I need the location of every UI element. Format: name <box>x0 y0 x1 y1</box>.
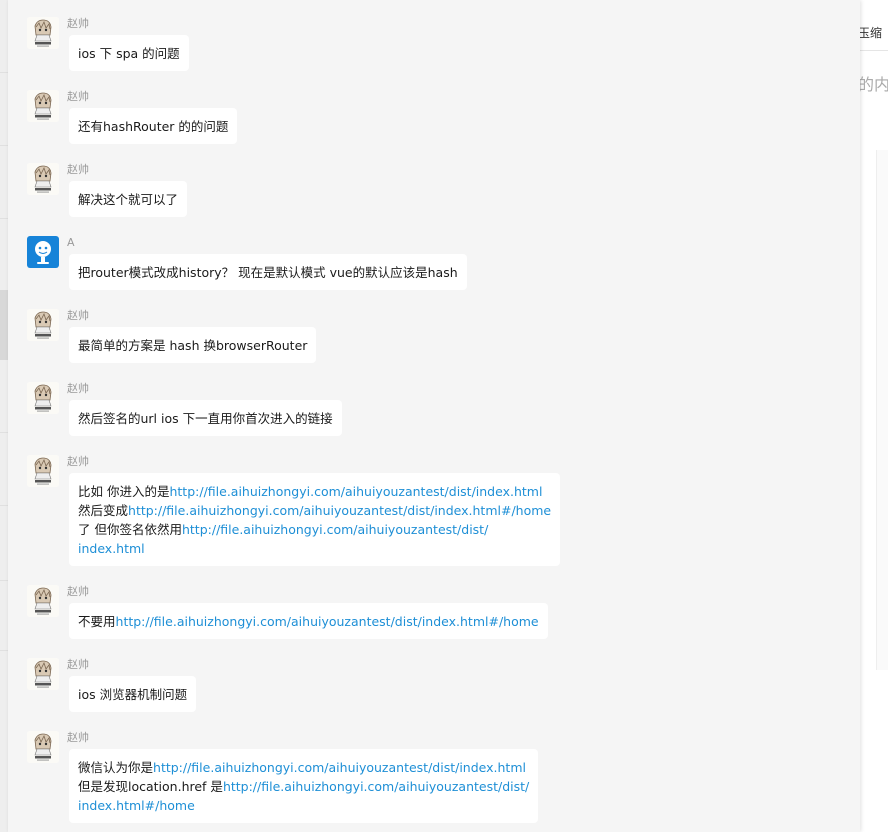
message-bubble[interactable]: 比如 你进入的是http://file.aihuizhongyi.com/aih… <box>69 473 561 566</box>
sender-name: 赵帅 <box>67 658 89 671</box>
background-divider <box>0 72 8 73</box>
blue-robot-avatar-icon[interactable] <box>27 236 59 268</box>
message-link[interactable]: index.html <box>78 541 145 556</box>
sender-name: 赵帅 <box>67 90 89 103</box>
message-text: 解决这个就可以了 <box>78 192 179 207</box>
anime-avatar-icon[interactable] <box>27 658 59 690</box>
message-line: 比如 你进入的是http://file.aihuizhongyi.com/aih… <box>78 482 551 501</box>
background-right-label[interactable]: 玉缩 <box>858 23 888 43</box>
message-line: 微信认为你是http://file.aihuizhongyi.com/aihui… <box>78 758 529 777</box>
message-link[interactable]: http://file.aihuizhongyi.com/aihuiyouzan… <box>223 779 529 794</box>
anime-avatar-icon[interactable] <box>27 731 59 763</box>
message-text: 了 但你签名依然用 <box>78 522 182 537</box>
message-text: 比如 你进入的是 <box>78 484 170 499</box>
sender-name: 赵帅 <box>67 17 89 30</box>
message-line: 然后签名的url ios 下一直用你首次进入的链接 <box>78 409 333 428</box>
message-line: ios 浏览器机制问题 <box>78 685 187 704</box>
message-bubble[interactable]: 最简单的方案是 hash 换browserRouter <box>69 327 317 363</box>
background-divider <box>0 145 8 146</box>
message-bubble[interactable]: 还有hashRouter 的的问题 <box>69 108 238 144</box>
sender-name: 赵帅 <box>67 585 89 598</box>
message-link[interactable]: http://file.aihuizhongyi.com/aihuiyouzan… <box>169 484 542 499</box>
anime-avatar-icon[interactable] <box>27 455 59 487</box>
message-text: 然后变成 <box>78 503 129 518</box>
anime-avatar-icon[interactable] <box>27 585 59 617</box>
message-line: 但是发现location.href 是http://file.aihuizhon… <box>78 777 529 796</box>
message-text: ios 浏览器机制问题 <box>78 687 188 702</box>
message-line: 不要用http://file.aihuizhongyi.com/aihuiyou… <box>78 612 539 631</box>
message-bubble[interactable]: 把router模式改成history？ 现在是默认模式 vue的默认应该是has… <box>69 254 467 290</box>
message-line: index.html <box>78 539 551 558</box>
background-left-strip <box>0 0 8 832</box>
message-text: 但是发现location.href 是 <box>78 779 223 794</box>
background-divider <box>0 218 8 219</box>
message-text: 把router模式改成history？ 现在是默认模式 vue的默认应该是has… <box>78 265 458 280</box>
message-text: 最简单的方案是 hash 换browserRouter <box>78 338 308 353</box>
message-link[interactable]: http://file.aihuizhongyi.com/aihuiyouzan… <box>153 760 526 775</box>
sender-name: 赵帅 <box>67 455 89 468</box>
message-text: 不要用 <box>78 614 116 629</box>
message-bubble[interactable]: 微信认为你是http://file.aihuizhongyi.com/aihui… <box>69 749 539 823</box>
message-line: 还有hashRouter 的的问题 <box>78 117 228 136</box>
sender-name: 赵帅 <box>67 382 89 395</box>
message-link[interactable]: http://file.aihuizhongyi.com/aihuiyouzan… <box>128 503 551 518</box>
message-bubble[interactable]: ios 浏览器机制问题 <box>69 676 197 712</box>
message-link[interactable]: index.html#/home <box>78 798 195 813</box>
message-bubble[interactable]: 解决这个就可以了 <box>69 181 188 217</box>
message-bubble[interactable]: 不要用http://file.aihuizhongyi.com/aihuiyou… <box>69 603 548 639</box>
sender-name: 赵帅 <box>67 163 89 176</box>
message-line: 了 但你签名依然用http://file.aihuizhongyi.com/ai… <box>78 520 551 539</box>
message-text: 然后签名的url ios 下一直用你首次进入的链接 <box>78 411 333 426</box>
background-left-scroll-mark <box>0 290 8 360</box>
chat-history-panel[interactable]: 赵帅 ios 下 spa 的问题 赵帅 还有hashRouter 的的问题 赵帅 解决这个… <box>8 0 860 832</box>
anime-avatar-icon[interactable] <box>27 17 59 49</box>
anime-avatar-icon[interactable] <box>27 309 59 341</box>
sender-name: 赵帅 <box>67 731 89 744</box>
message-link[interactable]: http://file.aihuizhongyi.com/aihuiyouzan… <box>182 522 488 537</box>
message-line: index.html#/home <box>78 796 529 815</box>
background-right-divider <box>858 50 888 51</box>
message-bubble[interactable]: 然后签名的url ios 下一直用你首次进入的链接 <box>69 400 342 436</box>
message-line: 然后变成http://file.aihuizhongyi.com/aihuiyo… <box>78 501 551 520</box>
background-right-box <box>876 150 888 670</box>
message-bubble[interactable]: ios 下 spa 的问题 <box>69 35 189 71</box>
message-text: 还有hashRouter 的的问题 <box>78 119 229 134</box>
sender-name: A <box>67 236 75 249</box>
message-text: 微信认为你是 <box>78 760 154 775</box>
message-line: 把router模式改成history？ 现在是默认模式 vue的默认应该是has… <box>78 263 458 282</box>
message-line: 解决这个就可以了 <box>78 190 178 209</box>
message-link[interactable]: http://file.aihuizhongyi.com/aihuiyouzan… <box>116 614 539 629</box>
background-divider <box>0 580 8 581</box>
message-line: ios 下 spa 的问题 <box>78 44 180 63</box>
sender-name: 赵帅 <box>67 309 89 322</box>
anime-avatar-icon[interactable] <box>27 163 59 195</box>
background-divider <box>0 432 8 433</box>
background-divider <box>0 505 8 506</box>
background-divider <box>0 650 8 651</box>
background-right-input-placeholder[interactable]: 的内 <box>858 72 888 98</box>
anime-avatar-icon[interactable] <box>27 382 59 414</box>
message-line: 最简单的方案是 hash 换browserRouter <box>78 336 307 355</box>
message-text: ios 下 spa 的问题 <box>78 46 180 61</box>
anime-avatar-icon[interactable] <box>27 90 59 122</box>
